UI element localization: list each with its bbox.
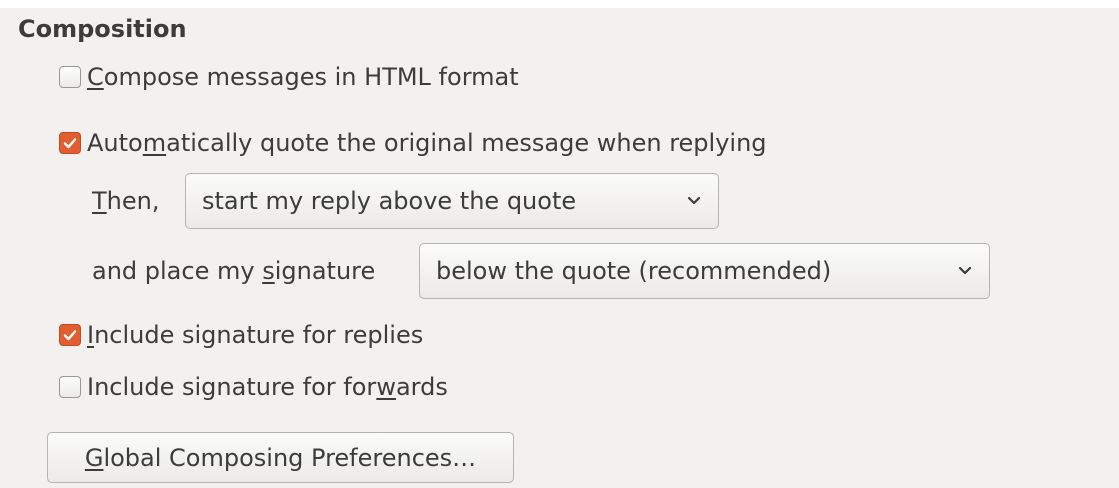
signature-position-label-rest: ignature	[274, 257, 376, 285]
auto-quote-label-pre: Auto	[87, 129, 143, 157]
include-sig-replies-checkbox[interactable]	[59, 324, 81, 346]
include-sig-forwards-accel: w	[376, 373, 396, 401]
include-sig-forwards-label-rest: ards	[395, 373, 448, 401]
signature-position-label: and place my signature	[92, 256, 375, 286]
include-sig-replies-option[interactable]: Include signature for replies	[59, 320, 423, 350]
checkmark-icon	[63, 330, 77, 341]
include-sig-forwards-label-pre: Include signature for for	[87, 373, 377, 401]
signature-position-selected: below the quote (recommended)	[436, 257, 832, 285]
auto-quote-accel: m	[142, 129, 167, 157]
reply-position-label: Then,	[92, 186, 160, 216]
checkmark-icon	[63, 138, 77, 149]
global-composing-preferences-button[interactable]: Global Composing Preferences…	[47, 432, 514, 483]
reply-position-label-text: hen,	[106, 187, 160, 215]
include-sig-forwards-option[interactable]: Include signature for forwards	[59, 372, 448, 402]
signature-position-dropdown[interactable]: below the quote (recommended)	[419, 243, 990, 299]
section-title: Composition	[18, 15, 187, 43]
auto-quote-checkbox[interactable]	[59, 132, 81, 154]
reply-position-selected: start my reply above the quote	[202, 187, 577, 215]
include-sig-forwards-label[interactable]: Include signature for forwards	[87, 372, 448, 402]
compose-html-label-text: ompose messages in HTML format	[103, 63, 519, 91]
compose-html-option[interactable]: Compose messages in HTML format	[59, 62, 519, 92]
reply-position-accel: T	[92, 187, 107, 215]
reply-position-dropdown[interactable]: start my reply above the quote	[185, 173, 719, 229]
top-edge-strip	[0, 0, 1119, 8]
compose-html-accel: C	[87, 63, 104, 91]
compose-html-checkbox[interactable]	[59, 66, 81, 88]
include-sig-replies-label[interactable]: Include signature for replies	[87, 320, 423, 350]
chevron-down-icon	[957, 263, 973, 279]
chevron-down-icon	[686, 193, 702, 209]
signature-position-accel: s	[262, 257, 275, 285]
auto-quote-label-rest: atically quote the original message when…	[166, 129, 767, 157]
global-button-label-text: lobal Composing Preferences…	[103, 443, 477, 472]
global-button-accel: G	[84, 443, 104, 472]
signature-position-label-pre: and place my	[92, 257, 263, 285]
auto-quote-option[interactable]: Automatically quote the original message…	[59, 128, 767, 158]
compose-html-label[interactable]: Compose messages in HTML format	[87, 62, 519, 92]
auto-quote-label[interactable]: Automatically quote the original message…	[87, 128, 767, 158]
include-sig-replies-label-text: nclude signature for replies	[94, 321, 424, 349]
include-sig-forwards-checkbox[interactable]	[59, 376, 81, 398]
